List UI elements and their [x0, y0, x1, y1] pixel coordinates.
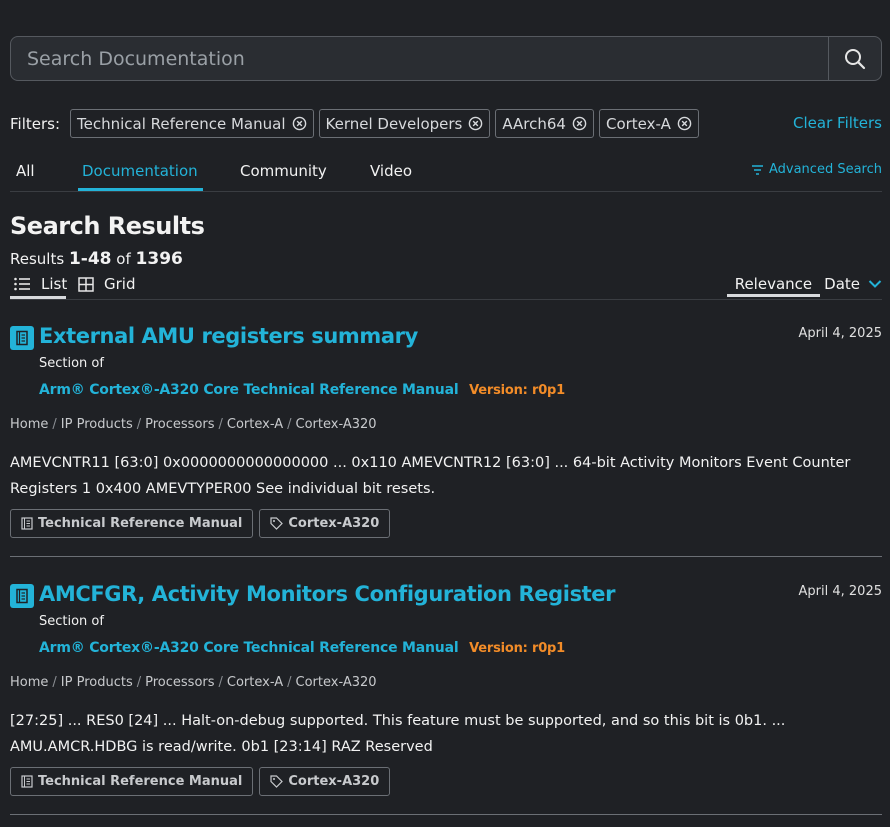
grid-view-button[interactable]: Grid — [78, 275, 135, 293]
search-icon — [845, 48, 866, 69]
filter-chip-aarch64[interactable]: AArch64 — [495, 109, 594, 138]
breadcrumb-item-processors[interactable]: Processors — [145, 675, 214, 690]
divider — [760, 191, 882, 192]
tag-technical-reference-manual[interactable]: Technical Reference Manual — [10, 767, 254, 796]
chevron-down-icon — [868, 280, 882, 288]
tab-community[interactable]: Community — [240, 162, 327, 180]
result-type-tabs: All Documentation Community Video — [10, 156, 760, 192]
result-manual: Arm® Cortex®-A320 Core Technical Referen… — [39, 382, 565, 398]
result-manual: Arm® Cortex®-A320 Core Technical Referen… — [39, 640, 565, 656]
filters-label: Filters: — [10, 114, 61, 133]
advanced-search-link[interactable]: Advanced Search — [751, 162, 882, 177]
tab-all[interactable]: All — [16, 162, 35, 180]
search-bar — [10, 36, 882, 81]
result-title-link[interactable]: External AMU registers summary — [39, 324, 418, 348]
result-tags: Technical Reference Manual Cortex-A320 — [10, 509, 396, 538]
sort-date-label: Date — [824, 275, 860, 293]
sort-active-indicator — [726, 294, 821, 297]
result-date: April 4, 2025 — [798, 584, 882, 599]
grid-view-label: Grid — [104, 275, 136, 293]
tag-label: Technical Reference Manual — [38, 774, 243, 789]
clear-filters-link[interactable]: Clear Filters — [793, 114, 882, 132]
divider — [10, 814, 882, 815]
tag-icon — [270, 517, 284, 530]
tag-cortex-a320[interactable]: Cortex-A320 — [259, 509, 391, 538]
view-sort-bar: List Grid Relevance Date — [10, 275, 882, 300]
results-range: 1-48 — [68, 249, 112, 269]
filter-chip-label: AArch64 — [502, 114, 566, 133]
version-badge: Version: r0p1 — [469, 641, 565, 656]
result-section-label: Section of — [39, 356, 104, 371]
result-manual-link[interactable]: Arm® Cortex®-A320 Core Technical Referen… — [39, 382, 459, 398]
tag-technical-reference-manual[interactable]: Technical Reference Manual — [10, 509, 254, 538]
tab-active-indicator — [78, 188, 203, 191]
close-circle-icon[interactable] — [292, 116, 307, 131]
breadcrumb-item-cortex-a[interactable]: Cortex-A — [227, 417, 283, 432]
list-view-button[interactable]: List — [14, 275, 67, 293]
advanced-search-label: Advanced Search — [768, 162, 882, 177]
filter-icon — [751, 164, 763, 175]
version-badge: Version: r0p1 — [469, 383, 565, 398]
search-input[interactable] — [11, 37, 828, 80]
results-count-of: of — [116, 250, 131, 268]
book-icon — [21, 775, 33, 788]
tag-label: Cortex-A320 — [288, 774, 380, 789]
view-active-indicator — [10, 296, 66, 299]
result-section-label: Section of — [39, 614, 104, 629]
breadcrumb: Home / IP Products / Processors / Cortex-A / Cor… — [10, 675, 377, 690]
breadcrumb-item-processors[interactable]: Processors — [145, 417, 214, 432]
tab-video[interactable]: Video — [370, 162, 412, 180]
result-date: April 4, 2025 — [798, 326, 882, 341]
breadcrumb-item-cortex-a320[interactable]: Cortex-A320 — [296, 417, 377, 432]
tag-label: Cortex-A320 — [288, 516, 380, 531]
filter-chip-label: Cortex-A — [605, 114, 671, 133]
filter-chip-label: Kernel Developers — [325, 114, 463, 133]
sort-date-button[interactable]: Date — [824, 275, 882, 293]
list-icon — [14, 277, 30, 291]
document-icon — [10, 584, 34, 608]
tab-documentation[interactable]: Documentation — [82, 162, 198, 180]
filter-chip-label: Technical Reference Manual — [77, 114, 286, 133]
tag-label: Technical Reference Manual — [38, 516, 243, 531]
breadcrumb-item-home[interactable]: Home — [10, 675, 48, 690]
breadcrumb-item-home[interactable]: Home — [10, 417, 48, 432]
book-icon — [21, 517, 33, 530]
breadcrumb-item-cortex-a[interactable]: Cortex-A — [227, 675, 283, 690]
breadcrumb: Home / IP Products / Processors / Cortex-A / Cor… — [10, 417, 377, 432]
close-circle-icon[interactable] — [572, 116, 587, 131]
result-tags: Technical Reference Manual Cortex-A320 — [10, 767, 396, 796]
divider — [10, 556, 882, 557]
close-circle-icon[interactable] — [677, 116, 692, 131]
results-count: Results 1-48 of 1396 — [10, 249, 183, 269]
result-description: AMEVCNTR11 [63:0] 0x0000000000000000 ...… — [10, 455, 851, 497]
result-title-link[interactable]: AMCFGR, Activity Monitors Configuration … — [39, 582, 616, 606]
breadcrumb-item-cortex-a320[interactable]: Cortex-A320 — [296, 675, 377, 690]
results-count-prefix: Results — [10, 250, 65, 268]
sort-controls: Relevance Date — [726, 275, 882, 297]
page-title: Search Results — [10, 212, 205, 240]
search-button[interactable] — [828, 37, 881, 80]
filter-chip-cortex-a[interactable]: Cortex-A — [598, 109, 699, 138]
document-icon — [10, 326, 34, 350]
sort-relevance-button[interactable]: Relevance — [726, 275, 821, 297]
result-description: [27:25] ... RES0 [24] ... Halt-on-debug … — [10, 713, 786, 755]
tag-cortex-a320[interactable]: Cortex-A320 — [259, 767, 391, 796]
close-circle-icon[interactable] — [468, 116, 483, 131]
breadcrumb-item-ip-products[interactable]: IP Products — [61, 417, 133, 432]
breadcrumb-item-ip-products[interactable]: IP Products — [61, 675, 133, 690]
sort-relevance-label: Relevance — [734, 275, 813, 293]
grid-icon — [78, 276, 94, 292]
result-manual-link[interactable]: Arm® Cortex®-A320 Core Technical Referen… — [39, 640, 459, 656]
list-view-label: List — [41, 275, 68, 293]
filter-chip-kernel-developers[interactable]: Kernel Developers — [318, 109, 491, 138]
tag-icon — [270, 775, 284, 788]
filter-chip-technical-reference-manual[interactable]: Technical Reference Manual — [70, 109, 314, 138]
results-total: 1396 — [135, 249, 183, 269]
filters-bar: Filters: Technical Reference Manual Kern… — [10, 108, 882, 139]
